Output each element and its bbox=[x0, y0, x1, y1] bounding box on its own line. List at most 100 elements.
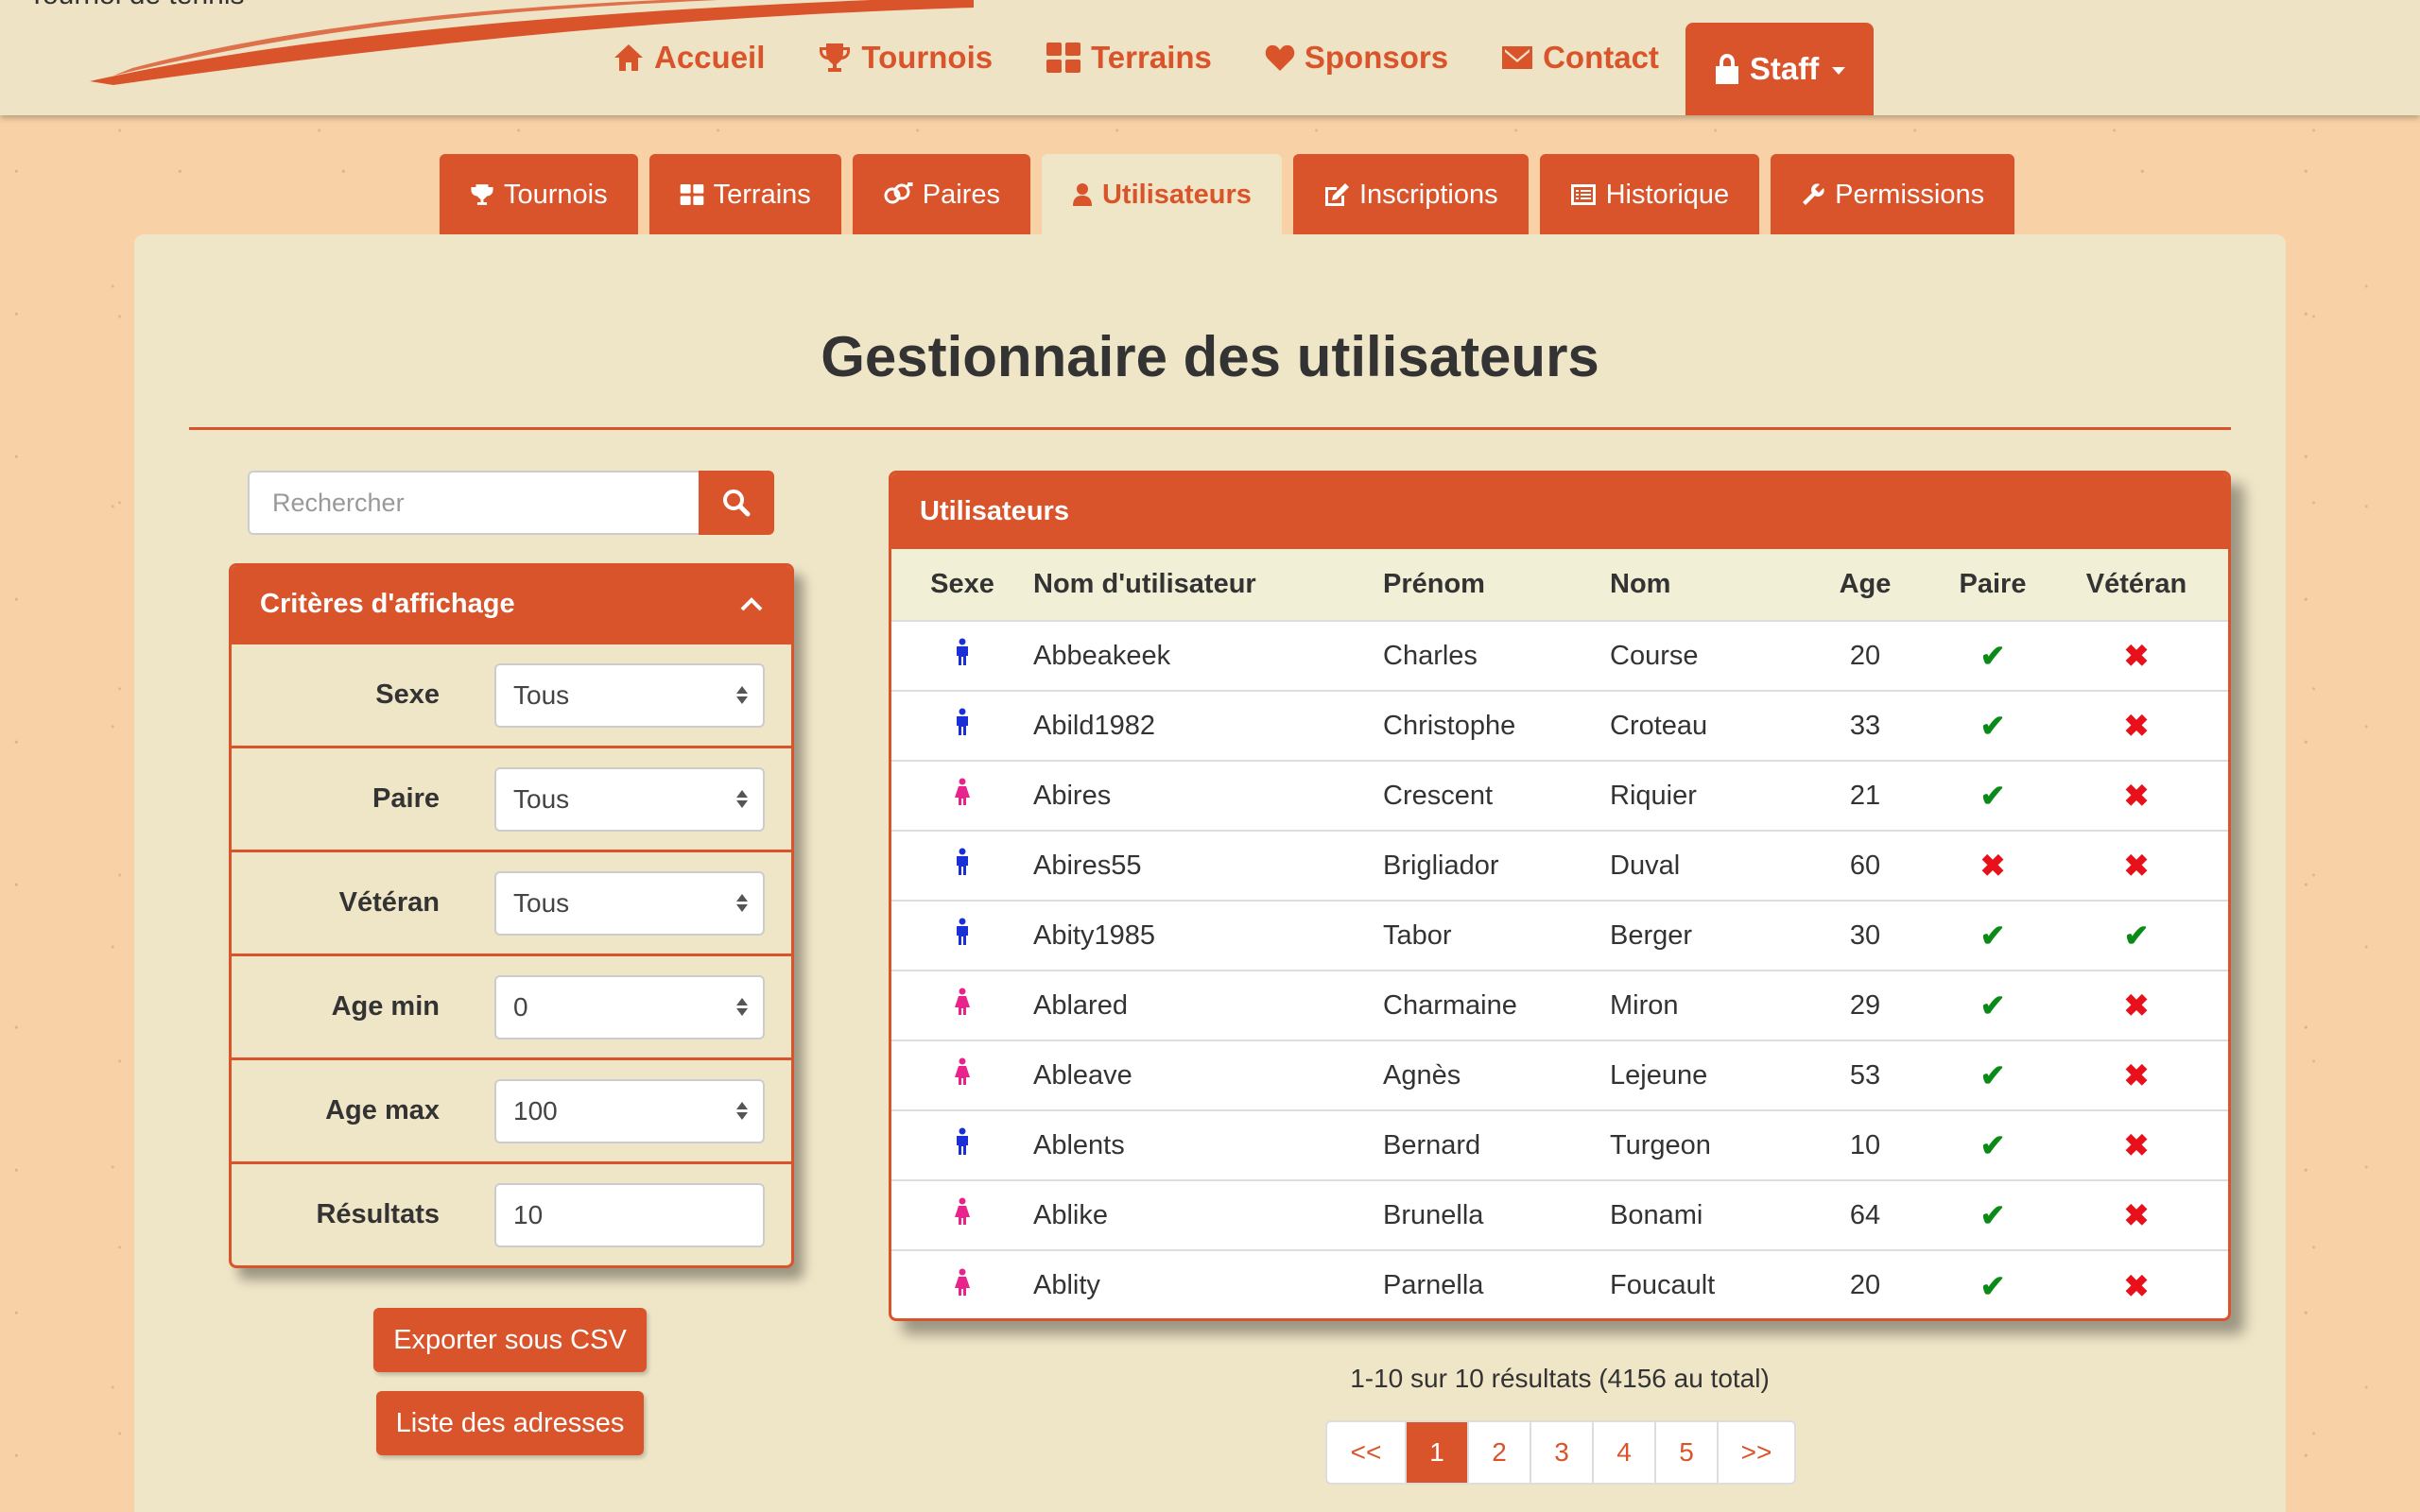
export-csv-button[interactable]: Exporter sous CSV bbox=[373, 1308, 647, 1372]
cell-veteran: ✖ bbox=[2054, 690, 2228, 761]
column-header-paire[interactable]: Paire bbox=[1931, 549, 2054, 622]
grid-icon bbox=[680, 184, 703, 205]
column-header-prenom[interactable]: Prénom bbox=[1383, 549, 1610, 622]
filter-label: Age min bbox=[331, 991, 440, 1022]
table-row[interactable]: Ablity Parnella Foucault 20 ✔ ✖ bbox=[891, 1249, 2228, 1318]
filters-header-toggle[interactable]: Critères d'affichage bbox=[232, 566, 791, 642]
column-header-nom[interactable]: Nom bbox=[1610, 549, 1799, 622]
female-icon bbox=[955, 1268, 970, 1296]
check-icon: ✔ bbox=[1979, 1058, 2006, 1092]
cell-nom: Bonami bbox=[1610, 1179, 1799, 1250]
filter-label: Paire bbox=[372, 783, 440, 814]
pagination-page[interactable]: 4 bbox=[1592, 1422, 1654, 1483]
tab-inscriptions[interactable]: Inscriptions bbox=[1292, 154, 1529, 235]
cell-paire: ✔ bbox=[1931, 1040, 2054, 1110]
lock-icon bbox=[1715, 54, 1738, 84]
cell-age: 10 bbox=[1799, 1109, 1931, 1180]
edit-icon bbox=[1324, 183, 1349, 206]
nav-label: Accueil bbox=[654, 40, 766, 75]
nav-label: Contact bbox=[1543, 40, 1659, 75]
check-icon: ✔ bbox=[1979, 1268, 2006, 1303]
table-row[interactable]: Abires Crescent Riquier 21 ✔ ✖ bbox=[891, 760, 2228, 831]
cell-username: Abity1985 bbox=[1033, 900, 1383, 971]
pagination-page[interactable]: 1 bbox=[1405, 1422, 1467, 1483]
tab-tournois[interactable]: Tournois bbox=[440, 154, 638, 235]
envelope-icon bbox=[1502, 46, 1533, 69]
cross-icon: ✖ bbox=[1979, 849, 2006, 883]
sexe-select[interactable]: Tous bbox=[494, 662, 765, 728]
resultats-input[interactable]: 10 bbox=[494, 1182, 765, 1247]
cell-username: Ablared bbox=[1033, 970, 1383, 1040]
filter-row-resultats: Résultats 10 bbox=[232, 1161, 791, 1265]
cell-sexe bbox=[891, 1179, 1033, 1250]
veteran-select[interactable]: Tous bbox=[494, 870, 765, 936]
cell-veteran: ✖ bbox=[2054, 1109, 2228, 1180]
filter-label: Age max bbox=[325, 1095, 440, 1125]
cell-veteran: ✖ bbox=[2054, 1249, 2228, 1318]
select-arrows-icon bbox=[736, 686, 748, 704]
search-button[interactable] bbox=[699, 471, 774, 535]
nav-accueil[interactable]: Accueil bbox=[586, 0, 791, 93]
page-title: Gestionnaire des utilisateurs bbox=[821, 325, 1599, 388]
check-icon: ✔ bbox=[1979, 919, 2006, 953]
cell-paire: ✔ bbox=[1931, 690, 2054, 761]
column-header-sexe[interactable]: Sexe bbox=[891, 549, 1033, 622]
pagination-page[interactable]: 3 bbox=[1530, 1422, 1592, 1483]
table-row[interactable]: Abity1985 Tabor Berger 30 ✔ ✔ bbox=[891, 900, 2228, 971]
cross-icon: ✖ bbox=[2123, 849, 2150, 883]
nav-sponsors[interactable]: Sponsors bbox=[1238, 0, 1475, 93]
column-header-username[interactable]: Nom d'utilisateur bbox=[1033, 549, 1383, 622]
age-max-stepper[interactable]: 100 bbox=[494, 1078, 765, 1143]
table-row[interactable]: Abbeakeek Charles Course 20 ✔ ✖ bbox=[891, 620, 2228, 691]
nav-contact[interactable]: Contact bbox=[1475, 0, 1685, 93]
cell-sexe bbox=[891, 1109, 1033, 1180]
tab-terrains[interactable]: Terrains bbox=[648, 154, 841, 235]
filter-row-age-min: Age min 0 bbox=[232, 954, 791, 1057]
table-row[interactable]: Ableave Agnès Lejeune 53 ✔ ✖ bbox=[891, 1040, 2228, 1110]
cell-sexe bbox=[891, 620, 1033, 691]
table-row[interactable]: Ablike Brunella Bonami 64 ✔ ✖ bbox=[891, 1179, 2228, 1250]
tab-label: Paires bbox=[922, 179, 1000, 210]
user-icon bbox=[1072, 183, 1092, 206]
paire-select[interactable]: Tous bbox=[494, 766, 765, 832]
pagination-page[interactable]: 2 bbox=[1467, 1422, 1530, 1483]
users-table: Sexe Nom d'utilisateur Prénom Nom Age Pa… bbox=[891, 549, 2228, 1318]
stepper-arrows-icon[interactable] bbox=[736, 998, 748, 1016]
pagination-first[interactable]: << bbox=[1327, 1422, 1405, 1483]
nav-label: Terrains bbox=[1091, 40, 1212, 75]
main-panel: Gestionnaire des utilisateurs Critères d… bbox=[134, 234, 2286, 1512]
stepper-arrows-icon[interactable] bbox=[736, 1102, 748, 1120]
tab-paires[interactable]: Paires bbox=[852, 154, 1030, 235]
cross-icon: ✖ bbox=[2123, 1198, 2150, 1232]
tab-historique[interactable]: Historique bbox=[1539, 154, 1760, 235]
users-table-box: Utilisateurs Sexe Nom d'utilisateur Prén… bbox=[889, 471, 2231, 1321]
nav-label: Sponsors bbox=[1304, 40, 1449, 75]
nav-label: Staff bbox=[1749, 51, 1820, 86]
table-row[interactable]: Ablared Charmaine Miron 29 ✔ ✖ bbox=[891, 970, 2228, 1040]
pagination-page[interactable]: 5 bbox=[1654, 1422, 1717, 1483]
admin-tabs: Tournois Terrains Paires Utilisateurs In… bbox=[440, 154, 2015, 235]
cell-age: 29 bbox=[1799, 970, 1931, 1040]
column-header-veteran[interactable]: Vétéran bbox=[2054, 549, 2228, 622]
cell-sexe bbox=[891, 760, 1033, 831]
nav-tournois[interactable]: Tournois bbox=[791, 0, 1019, 93]
pagination-last[interactable]: >> bbox=[1717, 1422, 1794, 1483]
address-list-button[interactable]: Liste des adresses bbox=[376, 1391, 644, 1455]
cell-paire: ✔ bbox=[1931, 1179, 2054, 1250]
tab-permissions[interactable]: Permissions bbox=[1771, 154, 2015, 235]
search-input[interactable] bbox=[248, 471, 699, 535]
cell-sexe bbox=[891, 970, 1033, 1040]
tab-utilisateurs[interactable]: Utilisateurs bbox=[1041, 154, 1282, 235]
cross-icon: ✖ bbox=[2123, 779, 2150, 813]
nav-terrains[interactable]: Terrains bbox=[1019, 0, 1238, 93]
cross-icon: ✖ bbox=[2123, 1128, 2150, 1162]
pagination: << 1 2 3 4 5 >> bbox=[1325, 1420, 1796, 1485]
nav-staff-dropdown[interactable]: Staff bbox=[1685, 23, 1875, 115]
table-row[interactable]: Abires55 Brigliador Duval 60 ✖ ✖ bbox=[891, 830, 2228, 901]
cell-username: Abires55 bbox=[1033, 830, 1383, 901]
table-row[interactable]: Ablents Bernard Turgeon 10 ✔ ✖ bbox=[891, 1109, 2228, 1180]
cell-prenom: Brigliador bbox=[1383, 830, 1610, 901]
age-min-stepper[interactable]: 0 bbox=[494, 974, 765, 1040]
column-header-age[interactable]: Age bbox=[1799, 549, 1931, 622]
table-row[interactable]: Abild1982 Christophe Croteau 33 ✔ ✖ bbox=[891, 690, 2228, 761]
